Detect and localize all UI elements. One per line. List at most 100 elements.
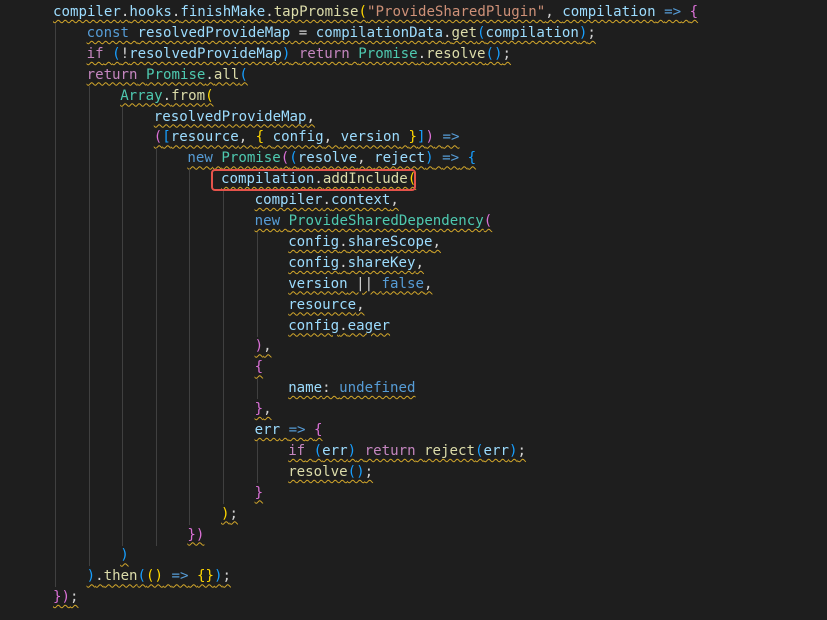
indent-guide [189, 190, 191, 212]
indent-guide [223, 378, 224, 400]
indent-guide [189, 503, 191, 525]
indent-guide [256, 461, 258, 483]
code-token: } [254, 484, 264, 501]
code-token: , [323, 129, 341, 146]
code-line[interactable]: new ProvideSharedDependency( [0, 211, 827, 232]
code-token: resolve [288, 463, 348, 480]
code-line[interactable]: name: undefined [0, 378, 827, 400]
code-token: context [330, 192, 391, 209]
indent-guide [223, 190, 224, 212]
indent-guide [155, 357, 157, 379]
indent-guide [55, 22, 56, 44]
code-line[interactable]: { [0, 357, 827, 379]
code-token: from [171, 87, 206, 104]
indent-guide [55, 503, 56, 525]
code-text: ), [255, 336, 272, 357]
code-token: ( [407, 171, 417, 188]
code-token: compiler [53, 4, 121, 20]
code-token: resolvedProvideMap [153, 108, 307, 125]
indent-guide [88, 503, 90, 525]
indent-guide [223, 482, 224, 504]
code-token: then [103, 568, 138, 585]
indent-guide [223, 336, 224, 358]
indent-guide [122, 169, 124, 191]
code-line[interactable]: resource, [0, 294, 827, 316]
code-line[interactable]: version || false, [0, 273, 827, 295]
code-token: if [288, 442, 306, 459]
code-text: new Promise((resolve, reject) => { [187, 148, 476, 169]
code-line[interactable]: ), [0, 336, 827, 358]
code-text: config.eager [288, 316, 390, 337]
code-line[interactable]: }) [0, 524, 827, 546]
indent-guide [88, 378, 90, 400]
code-line[interactable]: return Promise.all( [0, 64, 827, 86]
code-token: ; [364, 463, 374, 480]
indent-guide [88, 420, 90, 441]
indent-guide [88, 148, 90, 170]
indent-guide [88, 211, 90, 232]
code-token: ) [86, 568, 96, 585]
indent-guide [88, 482, 90, 504]
code-line[interactable]: config.shareScope, [0, 231, 827, 253]
indent-guide [55, 315, 56, 337]
code-token: hooks [129, 4, 172, 20]
indent-guide [55, 273, 56, 295]
code-token: if [86, 45, 104, 62]
code-line[interactable]: config.eager [0, 315, 827, 337]
code-line[interactable]: compilation.addInclude( [0, 169, 827, 191]
indent-guide [155, 273, 157, 295]
code-line[interactable]: compiler.context, [0, 190, 827, 212]
code-line[interactable]: compiler.hooks.finishMake.tapPromise("Pr… [0, 2, 827, 23]
indent-guide [88, 127, 90, 149]
indent-guide [155, 420, 157, 441]
indent-guide [55, 357, 56, 379]
code-token: () [347, 463, 365, 480]
indent-guide [122, 461, 124, 483]
code-token: Array [120, 87, 163, 104]
indent-guide [223, 357, 224, 379]
code-text: }) [187, 525, 204, 546]
code-line[interactable]: if (err) return reject(err); [0, 440, 827, 462]
code-token: || [347, 275, 382, 292]
indent-guide [122, 273, 124, 295]
code-token: . [95, 568, 104, 585]
indent-guide [223, 420, 224, 441]
code-token: => [442, 150, 460, 167]
code-line[interactable]: resolvedProvideMap, [0, 106, 827, 128]
code-line[interactable]: ); [0, 503, 827, 525]
code-line[interactable]: ).then(() => {}); [0, 566, 827, 588]
indent-guide [155, 482, 157, 504]
code-line[interactable]: new Promise((resolve, reject) => { [0, 148, 827, 170]
code-text: if (err) return reject(err); [288, 441, 526, 462]
code-editor[interactable]: compiler.hooks.finishMake.tapPromise("Pr… [0, 0, 827, 620]
code-line[interactable]: resolve(); [0, 461, 827, 483]
code-token: , [306, 108, 316, 125]
code-token: [ [162, 129, 171, 146]
code-text: const resolvedProvideMap = compilationDa… [87, 23, 596, 44]
indent-guide [122, 252, 124, 274]
indent-guide [55, 399, 56, 421]
code-line[interactable]: const resolvedProvideMap = compilationDa… [0, 22, 827, 44]
code-line[interactable]: } [0, 482, 827, 504]
indent-guide [155, 169, 157, 191]
code-line[interactable]: }, [0, 399, 827, 421]
code-line[interactable]: }); [0, 587, 827, 608]
code-text: config.shareScope, [288, 232, 441, 253]
indent-guides [0, 399, 827, 421]
code-line[interactable]: config.shareKey, [0, 252, 827, 274]
indent-guide [155, 461, 157, 483]
code-line[interactable]: err => { [0, 420, 827, 441]
code-token: all [213, 66, 240, 83]
indent-guide [189, 399, 191, 421]
code-line[interactable]: ([resource, { config, version }]) => [0, 127, 827, 149]
code-token: err [322, 442, 348, 459]
code-line[interactable]: ) [0, 545, 827, 567]
code-token: () [146, 568, 164, 585]
code-token: => [171, 568, 189, 585]
code-line[interactable]: Array.from( [0, 85, 827, 107]
indent-guide [256, 440, 258, 462]
code-line[interactable]: if (!resolvedProvideMap) return Promise.… [0, 43, 827, 65]
